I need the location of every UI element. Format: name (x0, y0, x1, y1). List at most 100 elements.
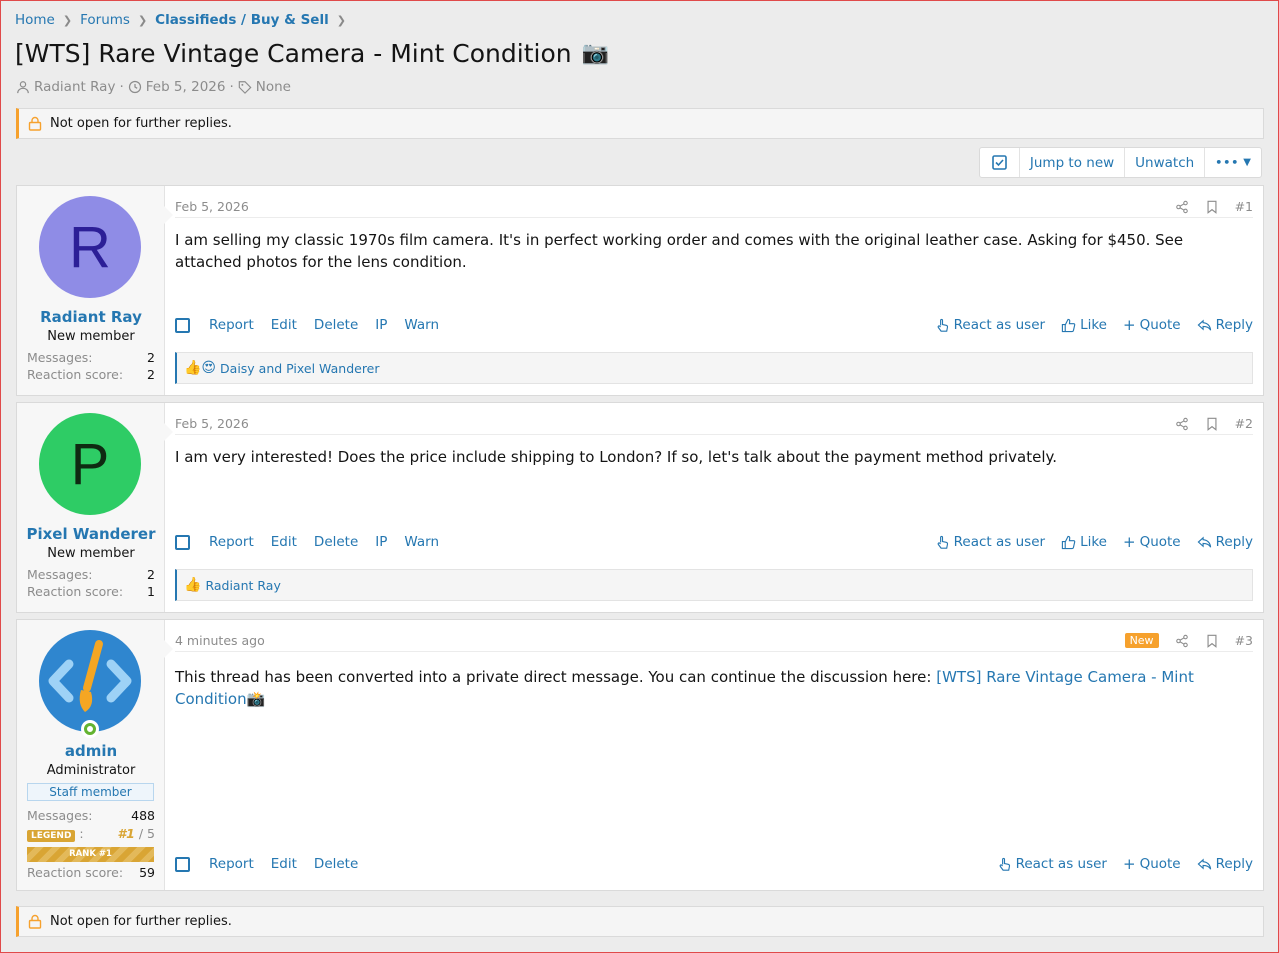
post-1-main: Feb 5, 2026 #1 I am selling my classic 1… (175, 186, 1253, 395)
post-2: P Pixel Wanderer New member Messages: 2 R… (16, 402, 1264, 613)
post-1: R Radiant Ray New member Messages: 2 Reac… (16, 185, 1264, 396)
reply-arrow-icon (1197, 858, 1211, 870)
user-title: Administrator (46, 763, 136, 778)
ip-link[interactable]: IP (375, 317, 387, 333)
pointer-hand-icon (999, 857, 1010, 871)
delete-link[interactable]: Delete (314, 856, 358, 872)
like-button[interactable]: Like (1061, 317, 1107, 333)
thread-date[interactable]: Feb 5, 2026 (146, 79, 226, 95)
like-button[interactable]: Like (1061, 534, 1107, 550)
edit-link[interactable]: Edit (271, 856, 297, 872)
delete-link[interactable]: Delete (314, 317, 358, 333)
avatar[interactable]: P (39, 413, 141, 515)
stat-reaction-score: Reaction score: 59 (27, 865, 155, 880)
ip-link[interactable]: IP (375, 534, 387, 550)
post-date[interactable]: Feb 5, 2026 (175, 416, 249, 431)
select-post-checkbox[interactable] (175, 317, 190, 333)
thread-meta: Radiant Ray · Feb 5, 2026 · None (16, 79, 291, 95)
quote-button[interactable]: + Quote (1123, 855, 1181, 873)
report-link[interactable]: Report (209, 317, 254, 333)
admin-logo-icon (48, 640, 132, 712)
post-number[interactable]: #1 (1235, 199, 1253, 214)
reaction-users[interactable]: Daisy and Pixel Wanderer (220, 361, 379, 376)
post-number[interactable]: #3 (1235, 633, 1253, 648)
user-icon (17, 81, 29, 94)
reply-button[interactable]: Reply (1197, 856, 1253, 872)
react-as-user-button[interactable]: React as user (997, 856, 1107, 872)
report-link[interactable]: Report (209, 856, 254, 872)
thumbs-up-icon (1061, 318, 1076, 332)
select-toggle-button[interactable] (980, 148, 1019, 177)
locked-notice-bottom: Not open for further replies. (16, 906, 1264, 937)
edit-link[interactable]: Edit (271, 317, 297, 333)
more-options-button[interactable]: ••• ▼ (1204, 148, 1261, 177)
bookmark-icon[interactable] (1205, 634, 1219, 648)
ellipsis-icon: ••• (1215, 156, 1240, 169)
page-title: [WTS] Rare Vintage Camera - Mint Conditi… (15, 39, 609, 68)
pointer-hand-icon (937, 535, 948, 549)
post-body: I am very interested! Does the price inc… (175, 448, 1058, 466)
username[interactable]: Pixel Wanderer (17, 525, 165, 543)
react-as-user-button[interactable]: React as user (935, 317, 1045, 333)
post-2-user-cell: P Pixel Wanderer New member Messages: 2 R… (17, 403, 173, 612)
checkbox-checked-icon (992, 155, 1007, 170)
reply-button[interactable]: Reply (1197, 317, 1253, 333)
share-icon[interactable] (1175, 200, 1189, 214)
select-post-checkbox[interactable] (175, 534, 190, 550)
post-footer: Report Edit Delete IP Warn React as user… (175, 316, 1253, 334)
post-footer: Report Edit Delete IP Warn React as user… (175, 533, 1253, 551)
username[interactable]: Radiant Ray (17, 308, 165, 326)
plus-icon: + (1122, 533, 1136, 551)
legend-rank-row: LEGEND : #1 / 5 (27, 826, 155, 842)
react-as-user-button[interactable]: React as user (935, 534, 1045, 550)
avatar[interactable] (39, 630, 141, 738)
reaction-users[interactable]: Radiant Ray (205, 578, 280, 593)
camera-emoji-icon: 📷 (581, 41, 610, 66)
post-number[interactable]: #2 (1235, 416, 1253, 431)
post-footer: Report Edit Delete React as user + Quote … (175, 855, 1253, 873)
bookmark-icon[interactable] (1205, 200, 1219, 214)
delete-link[interactable]: Delete (314, 534, 358, 550)
thread-author[interactable]: Radiant Ray (34, 79, 115, 95)
breadcrumb-forums[interactable]: Forums (80, 12, 130, 28)
stat-reaction-score: Reaction score: 2 (27, 367, 155, 382)
avatar[interactable]: R (39, 196, 141, 298)
online-status-icon (81, 720, 99, 738)
share-icon[interactable] (1175, 417, 1189, 431)
share-icon[interactable] (1175, 634, 1189, 648)
warn-link[interactable]: Warn (404, 317, 439, 333)
clock-icon (128, 80, 141, 94)
chevron-right-icon: ❯ (336, 13, 346, 27)
breadcrumb-classifieds[interactable]: Classifieds / Buy & Sell (155, 12, 329, 28)
quote-button[interactable]: + Quote (1123, 533, 1181, 551)
breadcrumb: Home ❯ Forums ❯ Classifieds / Buy & Sell… (15, 12, 346, 28)
thread-toolbar: Jump to new Unwatch ••• ▼ (978, 147, 1262, 178)
username[interactable]: admin (17, 742, 165, 760)
reply-arrow-icon (1197, 536, 1211, 548)
breadcrumb-home[interactable]: Home (15, 12, 55, 28)
plus-icon: + (1122, 855, 1136, 873)
jump-to-new-button[interactable]: Jump to new (1018, 148, 1124, 177)
reactions-bar[interactable]: 👍😍 Daisy and Pixel Wanderer (175, 352, 1253, 384)
pointer-hand-icon (937, 318, 948, 332)
reply-button[interactable]: Reply (1197, 534, 1253, 550)
post-1-user-cell: R Radiant Ray New member Messages: 2 Reac… (17, 186, 173, 395)
unwatch-button[interactable]: Unwatch (1124, 148, 1204, 177)
reaction-emoji-icon: 👍 (184, 577, 202, 593)
quote-button[interactable]: + Quote (1123, 316, 1181, 334)
reply-arrow-icon (1197, 319, 1211, 331)
warn-link[interactable]: Warn (404, 534, 439, 550)
report-link[interactable]: Report (209, 534, 254, 550)
bookmark-icon[interactable] (1205, 417, 1219, 431)
stat-messages: Messages: 2 (27, 567, 155, 582)
post-header: 4 minutes ago New #3 (175, 630, 1253, 652)
post-date[interactable]: 4 minutes ago (175, 633, 265, 648)
select-post-checkbox[interactable] (175, 856, 190, 872)
post-date[interactable]: Feb 5, 2026 (175, 199, 249, 214)
lock-icon (28, 116, 42, 131)
chevron-right-icon: ❯ (137, 13, 148, 27)
edit-link[interactable]: Edit (271, 534, 297, 550)
reactions-bar[interactable]: 👍 Radiant Ray (175, 569, 1253, 601)
lock-icon (28, 914, 42, 929)
caret-down-icon: ▼ (1243, 157, 1251, 168)
